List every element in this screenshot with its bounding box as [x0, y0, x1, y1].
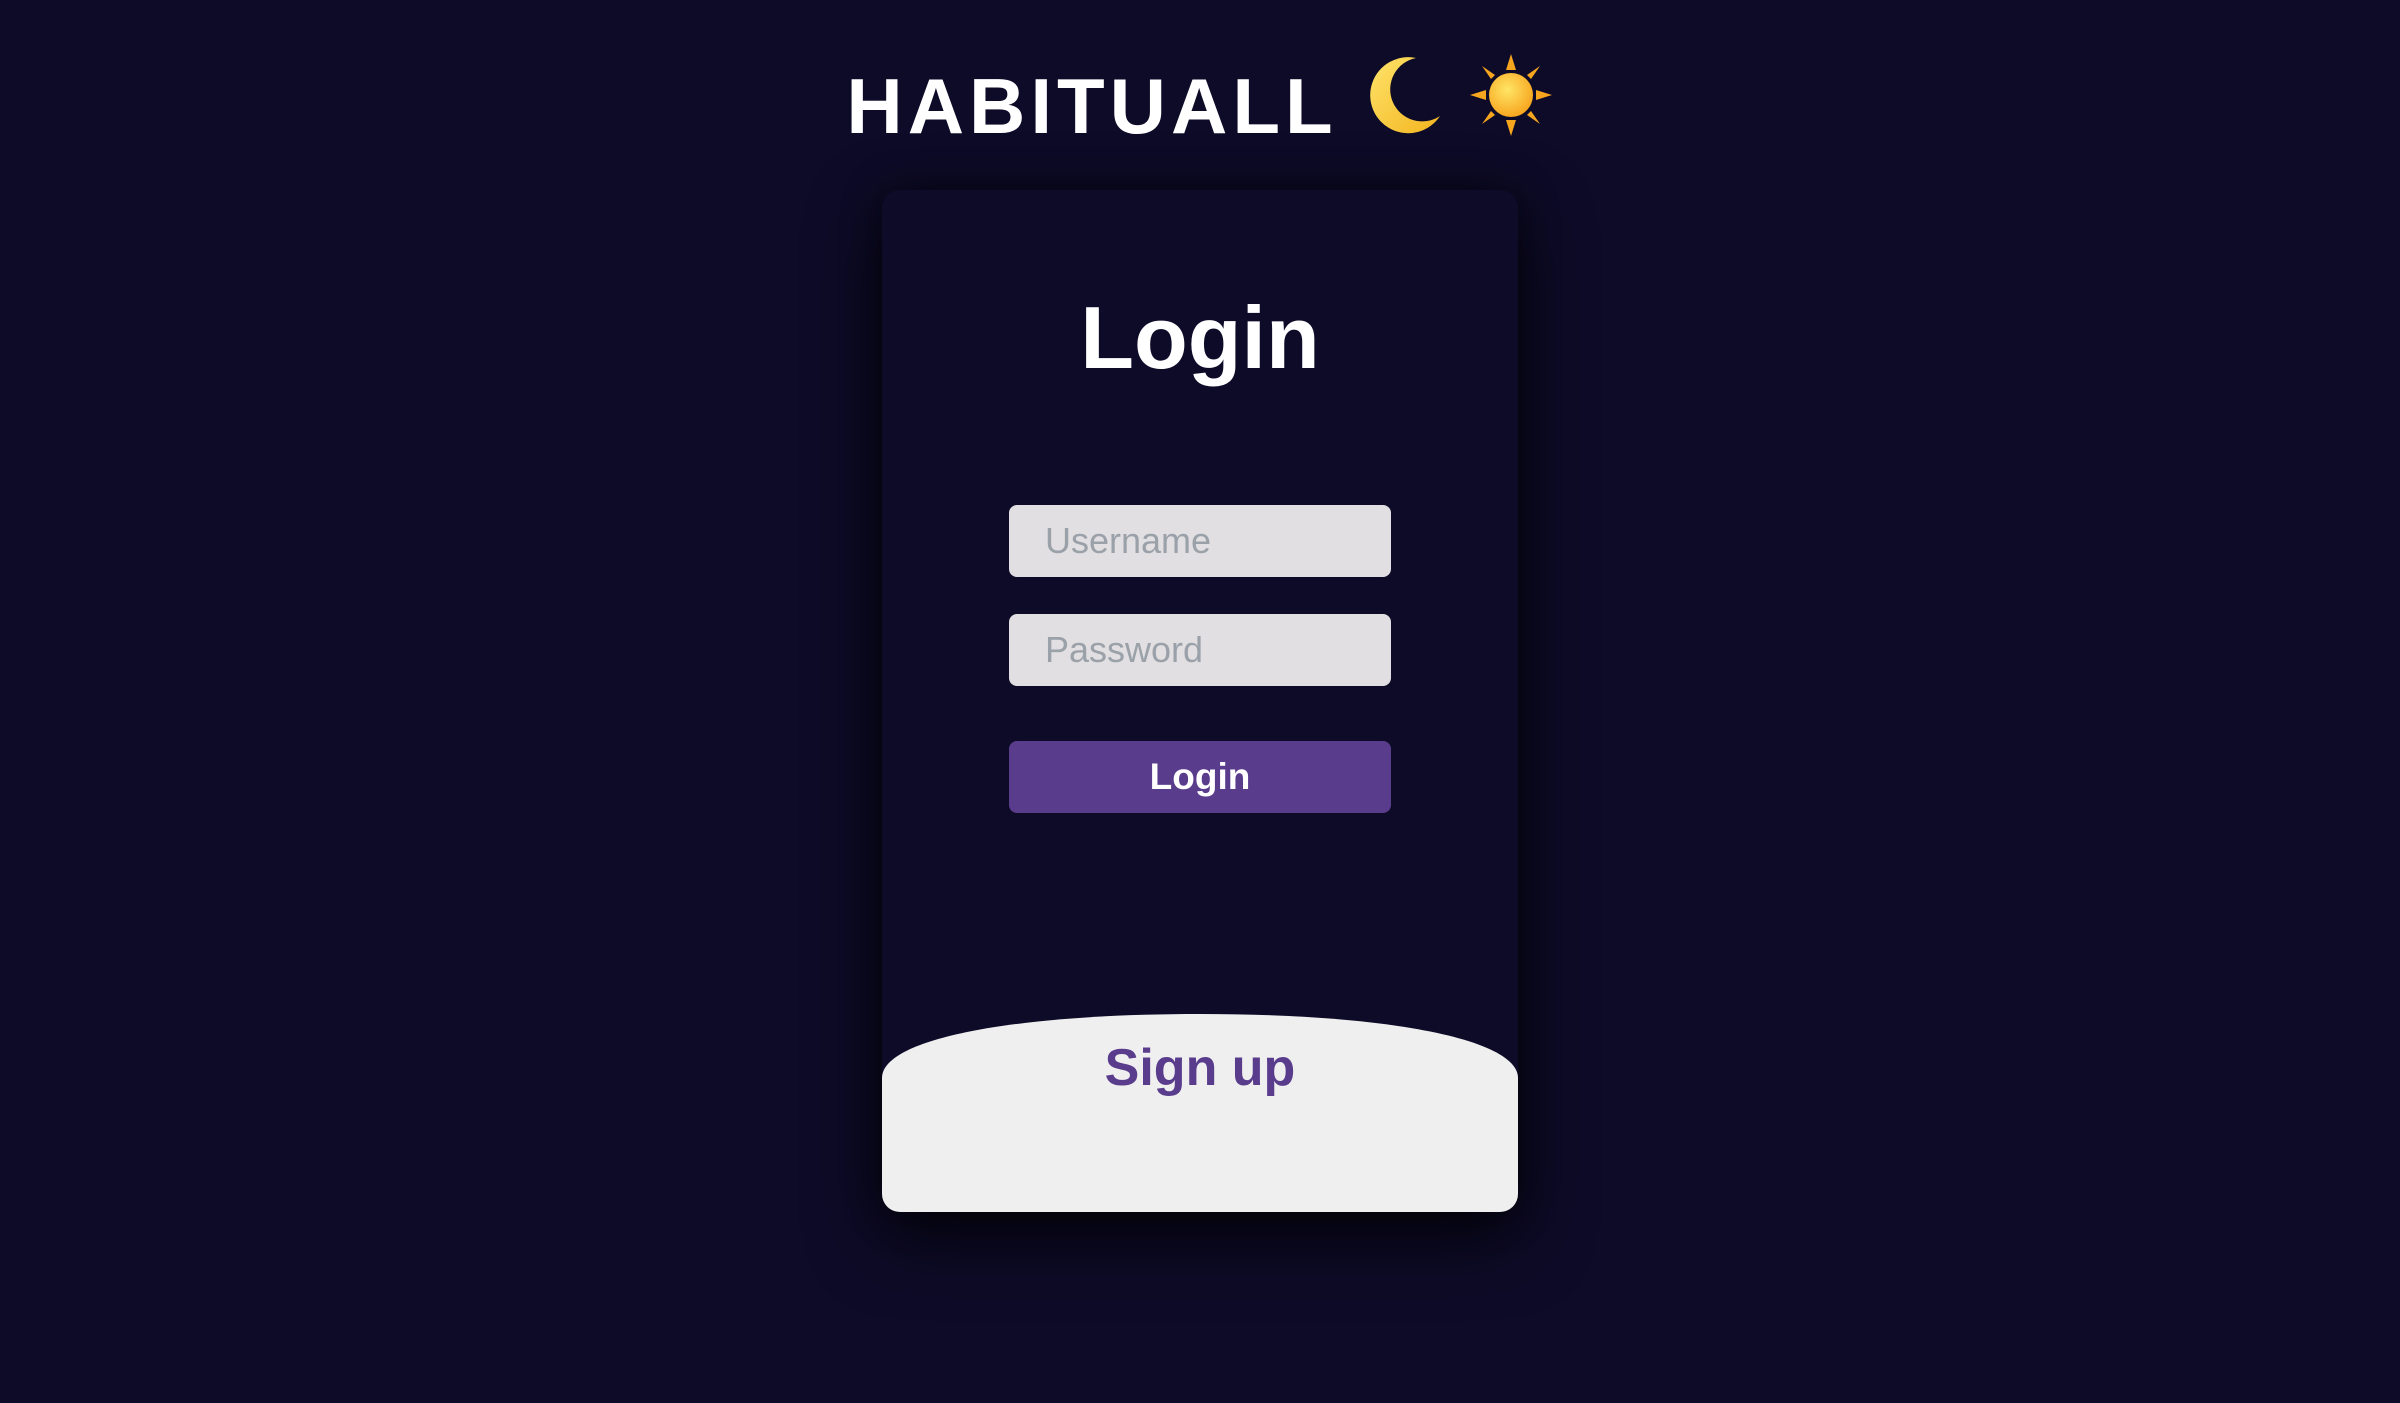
signup-toggle[interactable]: Sign up [882, 1014, 1518, 1212]
crescent-moon-icon [1360, 52, 1446, 161]
login-button[interactable]: Login [1009, 741, 1391, 813]
login-card: Login Login Sign up [882, 190, 1518, 1212]
signup-label: Sign up [1104, 1039, 1296, 1097]
username-input[interactable] [1009, 505, 1391, 577]
app-title: HABITUALL [846, 62, 1338, 150]
sun-icon [1468, 52, 1554, 161]
login-heading: Login [1080, 288, 1320, 387]
password-input[interactable] [1009, 614, 1391, 686]
app-title-bar: HABITUALL [0, 53, 2400, 156]
